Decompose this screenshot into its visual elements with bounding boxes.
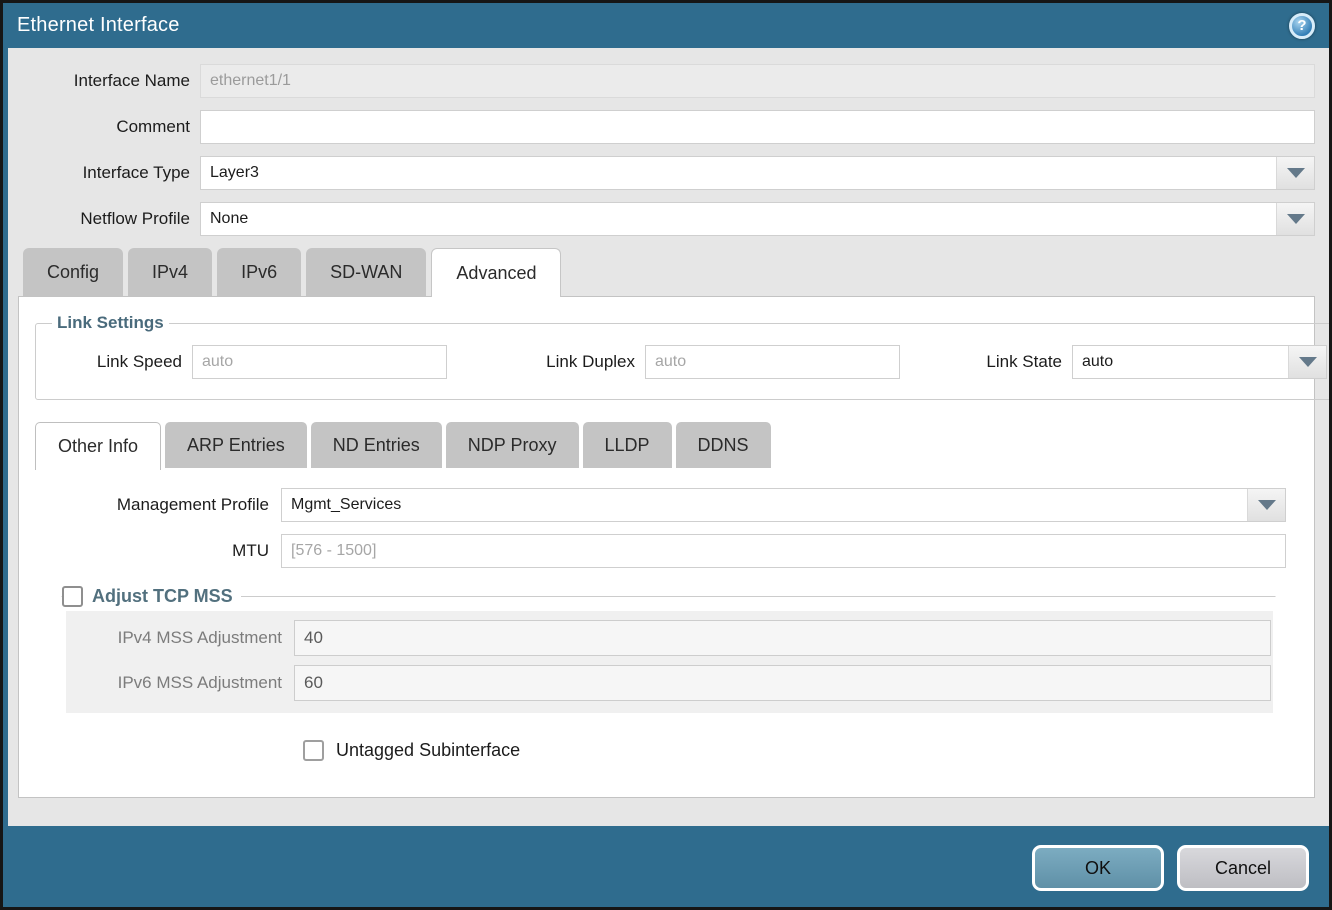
link-duplex-field[interactable]: [645, 345, 900, 379]
link-state-label: Link State: [962, 352, 1072, 372]
untagged-subinterface-checkbox[interactable]: [303, 740, 324, 761]
link-speed-field[interactable]: [192, 345, 447, 379]
tab-ipv4[interactable]: IPv4: [128, 248, 212, 296]
mtu-field[interactable]: [281, 534, 1286, 568]
management-profile-row: Management Profile: [19, 488, 1314, 522]
interface-name-row: Interface Name: [8, 64, 1329, 98]
dialog-title: Ethernet Interface: [17, 14, 1289, 37]
untagged-subinterface-row: Untagged Subinterface: [303, 740, 1314, 761]
ok-button[interactable]: OK: [1032, 845, 1164, 891]
advanced-tab-panel: Link Settings Link Speed Link Duplex Lin…: [18, 296, 1315, 798]
tab-ipv6[interactable]: IPv6: [217, 248, 301, 296]
adjust-tcp-mss-checkbox[interactable]: [62, 586, 83, 607]
tab-advanced[interactable]: Advanced: [431, 248, 561, 297]
tab-sdwan[interactable]: SD-WAN: [306, 248, 426, 296]
chevron-down-icon: [1299, 357, 1317, 367]
interface-name-field: [200, 64, 1315, 98]
mtu-label: MTU: [19, 541, 281, 561]
subtab-arp-entries[interactable]: ARP Entries: [165, 422, 307, 468]
interface-name-label: Interface Name: [8, 71, 200, 91]
cancel-button[interactable]: Cancel: [1177, 845, 1309, 891]
subtab-ddns[interactable]: DDNS: [676, 422, 771, 468]
management-profile-select[interactable]: [281, 488, 1286, 522]
top-form: Interface Name Comment Interface Type: [8, 48, 1329, 236]
other-info-content: Management Profile MTU: [19, 488, 1314, 761]
mtu-row: MTU: [19, 534, 1314, 568]
dialog-body: Interface Name Comment Interface Type: [3, 48, 1329, 826]
comment-row: Comment: [8, 110, 1329, 144]
netflow-profile-row: Netflow Profile: [8, 202, 1329, 236]
ipv6-mss-label: IPv6 MSS Adjustment: [66, 673, 294, 693]
ipv6-mss-field: [294, 665, 1271, 701]
interface-type-row: Interface Type: [8, 156, 1329, 190]
link-settings-fieldset: Link Settings Link Speed Link Duplex Lin…: [35, 313, 1332, 400]
link-settings-legend: Link Settings: [52, 313, 169, 333]
untagged-subinterface-label: Untagged Subinterface: [336, 740, 520, 761]
mss-disabled-group: IPv4 MSS Adjustment IPv6 MSS Adjustment: [66, 611, 1273, 713]
ipv4-mss-field: [294, 620, 1271, 656]
chevron-down-icon: [1258, 500, 1276, 510]
comment-label: Comment: [8, 117, 200, 137]
link-state-dropdown-button[interactable]: [1288, 346, 1326, 378]
link-speed-label: Link Speed: [46, 352, 192, 372]
interface-type-dropdown-button[interactable]: [1276, 157, 1314, 189]
netflow-profile-select[interactable]: [200, 202, 1315, 236]
chevron-down-icon: [1287, 168, 1305, 178]
interface-type-label: Interface Type: [8, 163, 200, 183]
dialog-footer: OK Cancel: [3, 826, 1329, 910]
ethernet-interface-dialog: Ethernet Interface ? Interface Name Comm…: [0, 0, 1332, 910]
netflow-profile-label: Netflow Profile: [8, 209, 200, 229]
link-duplex-label: Link Duplex: [493, 352, 645, 372]
subtab-nd-entries[interactable]: ND Entries: [311, 422, 442, 468]
subtab-other-info[interactable]: Other Info: [35, 422, 161, 470]
tab-config[interactable]: Config: [23, 248, 123, 296]
subtab-ndp-proxy[interactable]: NDP Proxy: [446, 422, 579, 468]
netflow-profile-dropdown-button[interactable]: [1276, 203, 1314, 235]
comment-field[interactable]: [200, 110, 1315, 144]
interface-type-select[interactable]: [200, 156, 1315, 190]
adjust-tcp-mss-fieldset: Adjust TCP MSS IPv4 MSS Adjustment IPv6 …: [61, 586, 1276, 714]
sub-tabs: Other Info ARP Entries ND Entries NDP Pr…: [35, 422, 1314, 468]
adjust-tcp-mss-label: Adjust TCP MSS: [92, 586, 233, 607]
main-tabs: Config IPv4 IPv6 SD-WAN Advanced: [23, 248, 1329, 296]
ipv4-mss-row: IPv4 MSS Adjustment: [66, 620, 1273, 656]
ipv4-mss-label: IPv4 MSS Adjustment: [66, 628, 294, 648]
management-profile-label: Management Profile: [19, 495, 281, 515]
ipv6-mss-row: IPv6 MSS Adjustment: [66, 665, 1273, 701]
title-bar: Ethernet Interface ?: [3, 3, 1329, 48]
chevron-down-icon: [1287, 214, 1305, 224]
help-icon[interactable]: ?: [1289, 13, 1315, 39]
management-profile-dropdown-button[interactable]: [1247, 489, 1285, 521]
subtab-lldp[interactable]: LLDP: [583, 422, 672, 468]
